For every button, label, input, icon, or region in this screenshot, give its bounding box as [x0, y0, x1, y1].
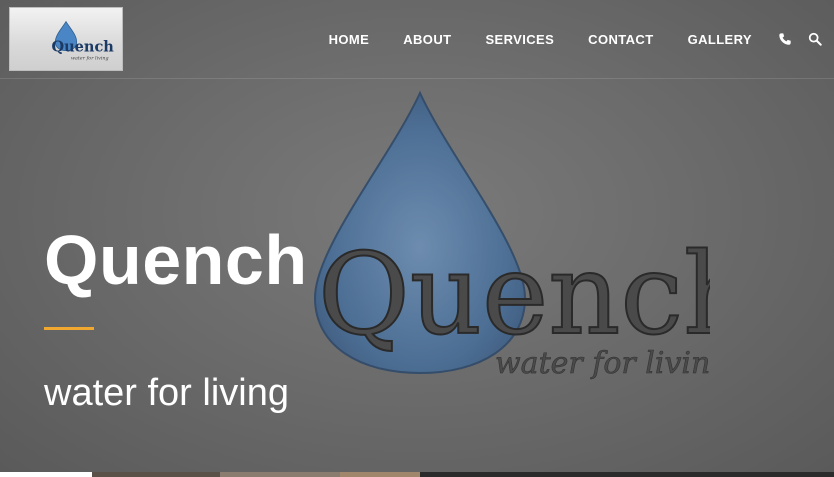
nav-contact[interactable]: CONTACT	[588, 32, 653, 47]
hero-background-logo: Quench water for living	[300, 88, 756, 398]
hero-logo-subtext: water for living	[495, 346, 710, 381]
hero-title: Quench	[44, 221, 308, 299]
main-nav: HOME ABOUT SERVICES CONTACT GALLERY	[329, 0, 834, 78]
strip-tile	[220, 472, 340, 477]
hero-tagline: water for living	[44, 372, 289, 414]
search-icon[interactable]	[808, 32, 822, 46]
nav-services[interactable]: SERVICES	[485, 32, 554, 47]
gallery-strip	[0, 472, 834, 477]
nav-about[interactable]: ABOUT	[403, 32, 451, 47]
top-navbar: Quench water for living HOME ABOUT SERVI…	[0, 0, 834, 79]
strip-tile	[0, 472, 92, 477]
strip-tile	[340, 472, 420, 477]
hero-logo-text: Quench	[318, 230, 710, 360]
nav-gallery[interactable]: GALLERY	[688, 32, 752, 47]
phone-icon[interactable]	[778, 32, 792, 46]
brand-logo-text: Quench	[51, 39, 114, 56]
strip-tile	[420, 472, 834, 477]
hero-divider	[44, 327, 94, 330]
strip-tile	[92, 472, 220, 477]
brand-logo-subtext: water for living	[71, 55, 109, 61]
nav-home[interactable]: HOME	[329, 32, 370, 47]
brand-logo[interactable]: Quench water for living	[9, 7, 123, 71]
